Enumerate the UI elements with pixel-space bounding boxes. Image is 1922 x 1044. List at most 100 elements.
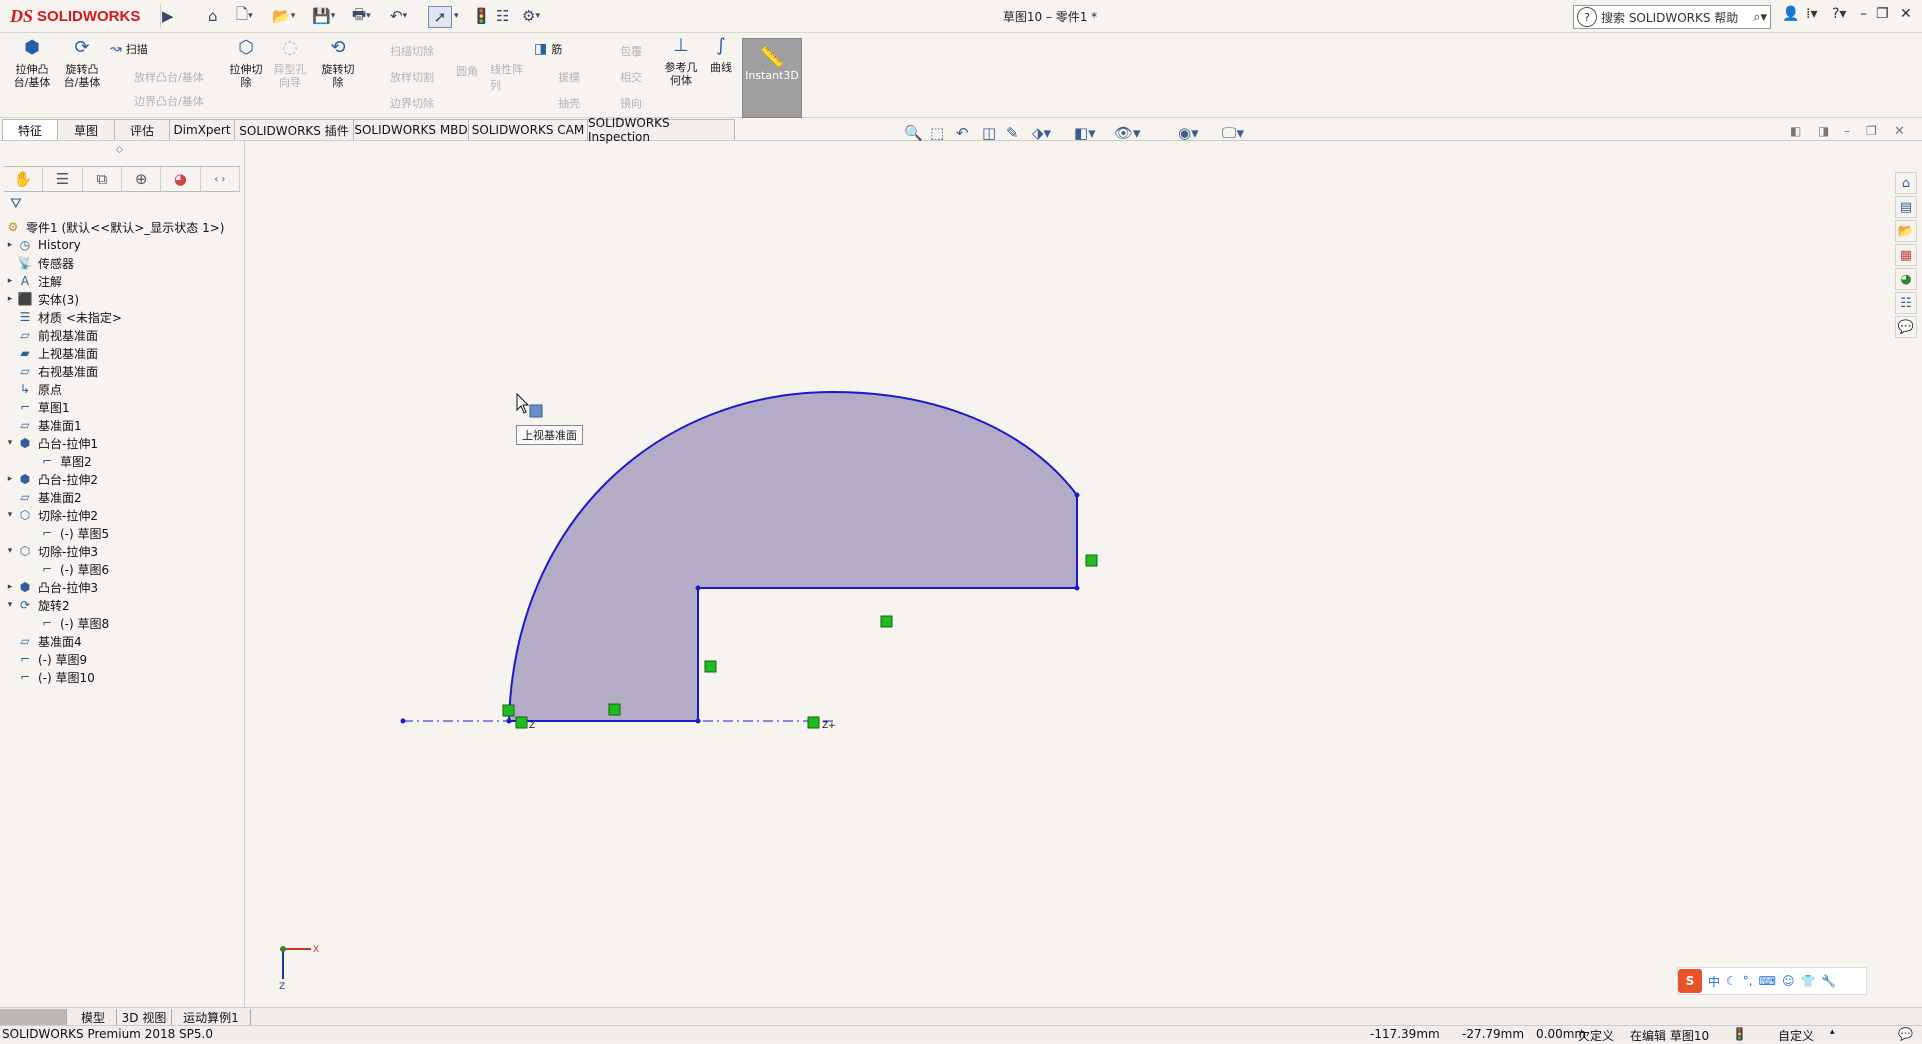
solidworks-logo[interactable]: DS SOLIDWORKS xyxy=(10,4,161,28)
tree-item[interactable]: 📡 传感器 xyxy=(4,253,75,273)
tree-item[interactable]: ⌐ 草图1 xyxy=(4,397,70,417)
tab-addins[interactable]: SOLIDWORKS 插件 xyxy=(234,119,354,140)
dynamic-annotation-icon[interactable]: ✎ xyxy=(1006,124,1019,142)
open-folder-icon[interactable]: 📂 ▾ xyxy=(272,6,295,26)
file-properties-icon[interactable]: ☷ xyxy=(496,6,509,26)
sketch-vertex[interactable] xyxy=(506,718,512,724)
tree-item[interactable]: ▱ 基准面1 xyxy=(4,415,81,435)
tree-item[interactable]: ▸ ⬢ 凸台-拉伸2 xyxy=(4,469,98,489)
tree-item[interactable]: ⌐ (-) 草图5 xyxy=(26,523,109,543)
tab-cam[interactable]: SOLIDWORKS CAM xyxy=(468,119,588,140)
filter-icon[interactable]: ⛛ xyxy=(10,196,22,212)
horizontal-relation-marker[interactable] xyxy=(608,703,621,716)
curves-button[interactable]: ∫ 曲线 xyxy=(706,37,736,75)
keyboard-icon[interactable]: ⌨ xyxy=(1759,974,1776,988)
panel-collapse-handle[interactable]: ◇ xyxy=(116,145,123,155)
loft-boss-button[interactable]: 放样凸台/基体 xyxy=(134,69,204,85)
print-icon[interactable]: 🖶 ▾ xyxy=(352,5,371,26)
property-manager-tab-icon[interactable]: ☰ xyxy=(43,167,83,191)
viewport-minimize-icon[interactable]: – xyxy=(1844,124,1850,138)
tree-item[interactable]: ☰ 材质 <未指定> xyxy=(4,307,122,327)
help-search-input[interactable]: ? 搜索 SOLIDWORKS 帮助 ⌕▾ xyxy=(1573,5,1771,29)
view-settings-icon[interactable]: 🖵▾ xyxy=(1222,124,1244,142)
ime-language-label[interactable]: 中 xyxy=(1708,973,1720,990)
expand-toggle-icon[interactable]: ▾ xyxy=(4,600,16,610)
hole-wizard-button[interactable]: ◌ 异型孔 向导 xyxy=(270,39,310,90)
tree-item[interactable]: ▾ ⬡ 切除-拉伸2 xyxy=(4,505,98,525)
viewport-tile-left-icon[interactable]: ◧ xyxy=(1790,124,1801,138)
sketch-vertex[interactable] xyxy=(695,585,701,591)
tree-item[interactable]: ⌐ 草图2 xyxy=(26,451,92,471)
shell-button[interactable]: 抽壳 xyxy=(558,95,580,111)
expand-toggle-icon[interactable]: ▾ xyxy=(4,546,16,556)
tree-item[interactable]: ▾ ⟳ 旋转2 xyxy=(4,595,70,615)
viewport-tile-right-icon[interactable]: ◨ xyxy=(1818,124,1829,138)
zoom-area-icon[interactable]: ⬚ xyxy=(930,124,944,142)
tab-evaluate[interactable]: 评估 xyxy=(114,119,170,140)
tab-sketch[interactable]: 草图 xyxy=(57,119,115,140)
tools-wrench-icon[interactable]: 🔧 xyxy=(1821,974,1836,988)
fillet-button[interactable]: 圆角 xyxy=(456,63,478,79)
tab-motion-study[interactable]: 运动算例1 xyxy=(172,1009,251,1025)
tree-item[interactable]: ▰ 上视基准面 xyxy=(4,343,98,363)
new-document-icon[interactable]: 🗋 ▾ xyxy=(236,5,253,26)
file-explorer-icon[interactable]: 📂 xyxy=(1895,220,1917,242)
coincident-relation-marker[interactable] xyxy=(515,716,528,729)
view-palette-icon[interactable]: ▦ xyxy=(1895,244,1917,266)
bottom-scroll-handle[interactable] xyxy=(0,1009,67,1025)
tab-inspection[interactable]: SOLIDWORKS Inspection xyxy=(587,116,735,144)
boundary-cut-button[interactable]: 边界切除 xyxy=(390,95,434,111)
configuration-manager-tab-icon[interactable]: ⧉ xyxy=(83,167,122,191)
moon-icon[interactable]: ☾ xyxy=(1726,974,1737,988)
tab-features[interactable]: 特征 xyxy=(2,119,58,140)
boss-revolve-button[interactable]: ⟳ 旋转凸 台/基体 xyxy=(60,39,104,90)
mirror-button[interactable]: 镜向 xyxy=(620,95,642,111)
graphics-area[interactable]: Z Z+ X Z xyxy=(245,141,1885,1007)
expand-toggle-icon[interactable]: ▸ xyxy=(4,294,16,304)
sketch-profile-region[interactable] xyxy=(507,390,1078,722)
skin-icon[interactable]: 👕 xyxy=(1800,974,1815,988)
draft-button[interactable]: 拔模 xyxy=(558,69,580,85)
expand-toggle-icon[interactable]: ▾ xyxy=(4,510,16,520)
wrap-button[interactable]: 包覆 xyxy=(620,43,642,59)
notifications-icon[interactable]: ⁞▾ xyxy=(1806,6,1817,22)
zoom-to-fit-icon[interactable]: 🔍 xyxy=(904,124,923,142)
tree-item[interactable]: ⌐ (-) 草图8 xyxy=(26,613,109,633)
user-icon[interactable]: 👤 xyxy=(1782,6,1799,22)
punctuation-icon[interactable]: °, xyxy=(1743,974,1753,988)
sketch-vertex[interactable] xyxy=(695,718,701,724)
select-dropdown-icon[interactable]: ▾ xyxy=(454,6,459,26)
tree-item[interactable]: ▸ A 注解 xyxy=(4,271,62,291)
expand-toggle-icon[interactable]: ▸ xyxy=(4,474,16,484)
search-icon[interactable]: ⌕▾ xyxy=(1753,10,1767,25)
expand-toggle-icon[interactable]: ▾ xyxy=(4,438,16,448)
lofted-cut-button[interactable]: 放样切割 xyxy=(390,69,434,85)
unit-dropdown-icon[interactable]: ▴ xyxy=(1830,1027,1835,1037)
section-view-icon[interactable]: ◫ xyxy=(982,124,996,142)
hide-show-items-icon[interactable]: 👁▾ xyxy=(1114,124,1141,142)
tab-model[interactable]: 模型 xyxy=(70,1009,117,1025)
tree-item[interactable]: ⌐ (-) 草图6 xyxy=(26,559,109,579)
design-library-icon[interactable]: ▤ xyxy=(1895,196,1917,218)
appearance-icon[interactable]: ◉▾ xyxy=(1178,124,1199,142)
intersect-button[interactable]: 相交 xyxy=(620,69,642,85)
forum-icon[interactable]: 💬 xyxy=(1895,316,1917,338)
tree-item[interactable]: ▾ ⬡ 切除-拉伸3 xyxy=(4,541,98,561)
cut-extrude-button[interactable]: ⬡ 拉伸切 除 xyxy=(226,39,266,90)
swept-cut-button[interactable]: 扫描切除 xyxy=(390,43,434,59)
select-arrow-icon[interactable]: ➚ xyxy=(428,6,452,28)
display-manager-tab-icon[interactable]: ◕ xyxy=(161,167,201,191)
instant3d-button[interactable]: 📏 Instant3D xyxy=(742,38,802,118)
undo-icon[interactable]: ↶ ▾ xyxy=(390,6,407,26)
close-window-icon[interactable]: ✕ xyxy=(1900,6,1912,22)
expand-menu-icon[interactable]: ▶ xyxy=(162,6,174,26)
tree-item[interactable]: ▱ 右视基准面 xyxy=(4,361,98,381)
horizontal-relation-marker[interactable] xyxy=(807,716,820,729)
user-avatar-icon[interactable]: ☺ xyxy=(1782,974,1795,988)
solidworks-resources-icon[interactable]: ⌂ xyxy=(1895,172,1917,194)
tree-item[interactable]: ⌐ (-) 草图10 xyxy=(4,667,95,687)
sweep-button[interactable]: ↝ 扫描 xyxy=(110,41,148,57)
custom-properties-icon[interactable]: ☷ xyxy=(1895,292,1917,314)
previous-view-icon[interactable]: ↶ xyxy=(956,124,969,142)
rib-button[interactable]: ◨ 筋 xyxy=(534,41,562,57)
